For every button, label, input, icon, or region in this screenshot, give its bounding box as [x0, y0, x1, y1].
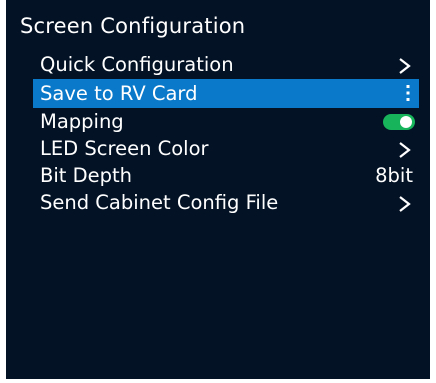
menu-item-save-to-rv-card[interactable]: Save to RV Card [33, 79, 419, 108]
more-vertical-icon[interactable] [406, 84, 410, 102]
menu-item-led-screen-color[interactable]: LED Screen Color [33, 135, 419, 162]
menu-item-bit-depth[interactable]: Bit Depth 8bit [33, 162, 419, 189]
screen-configuration-panel: Screen Configuration Quick Configuration… [6, 0, 430, 379]
menu-item-label: Send Cabinet Config File [40, 191, 279, 214]
chevron-right-icon [397, 50, 413, 79]
bit-depth-value: 8bit [375, 164, 413, 187]
menu-item-label: Bit Depth [40, 164, 133, 187]
menu-item-quick-configuration[interactable]: Quick Configuration [33, 50, 419, 79]
menu-list: Quick Configuration Save to RV Card Mapp… [33, 50, 419, 216]
mapping-toggle[interactable] [383, 114, 415, 130]
menu-item-label: Mapping [40, 110, 124, 133]
menu-item-mapping[interactable]: Mapping [33, 108, 419, 135]
chevron-right-icon [397, 135, 413, 162]
page-title: Screen Configuration [20, 14, 246, 38]
menu-item-label: Save to RV Card [40, 82, 198, 105]
frame: Screen Configuration Quick Configuration… [0, 0, 436, 383]
toggle-knob [400, 116, 412, 128]
menu-item-label: Quick Configuration [40, 53, 234, 76]
menu-item-send-cabinet-config-file[interactable]: Send Cabinet Config File [33, 189, 419, 216]
chevron-right-icon [397, 189, 413, 216]
menu-item-label: LED Screen Color [40, 137, 209, 160]
